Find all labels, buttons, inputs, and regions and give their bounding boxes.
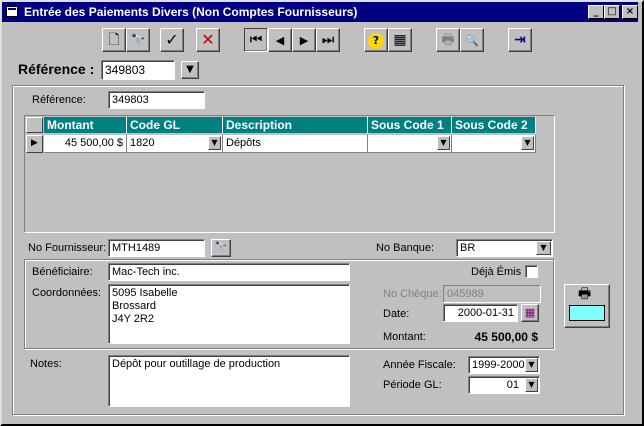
checkmark-icon: ✓ <box>165 30 179 49</box>
beneficiaire-field[interactable]: Mac-Tech inc. <box>108 263 350 281</box>
cancel-x-icon: ✕ <box>201 30 215 49</box>
exit-door-icon: ⇥ <box>514 32 526 48</box>
table-cell-montant[interactable]: 45 500,00 $ <box>44 135 127 153</box>
reference-label: Référence: <box>32 94 86 106</box>
reference-field[interactable]: 349803 <box>108 91 205 109</box>
first-record-button[interactable]: ⏮ <box>244 28 268 52</box>
current-row-arrow-icon: ▶ <box>31 138 38 148</box>
grid-header-code-gl[interactable]: Code GL <box>127 117 223 133</box>
address-line-2: Brossard <box>112 300 157 312</box>
binoculars-icon: 🔭 <box>214 242 228 253</box>
code-gl-value: 1820 <box>130 137 155 149</box>
date-field[interactable]: 2000-01-31 <box>443 304 518 322</box>
deja-emis-checkbox[interactable] <box>525 265 538 278</box>
cancel-button[interactable]: ✕ <box>196 28 220 52</box>
printer-icon: 🖶 <box>441 32 455 48</box>
reference-search-input[interactable]: 349803 <box>101 60 175 80</box>
grid-header-montant[interactable]: Montant <box>44 117 127 133</box>
calendar-icon: ▦ <box>524 306 536 319</box>
calendar-icon: ▦ <box>393 32 407 48</box>
maximize-button[interactable]: □ <box>604 5 620 19</box>
row-selector[interactable]: ▶ <box>26 135 43 153</box>
address-line-3: J4Y 2R2 <box>112 313 154 325</box>
table-cell-code-gl[interactable]: 1820 ▼ <box>127 135 223 153</box>
window-title: Entrée des Paiements Divers (Non Comptes… <box>24 5 358 19</box>
calendar-button[interactable]: ▦ <box>388 28 412 52</box>
new-document-icon: 🗋 <box>108 32 120 48</box>
deja-emis-label: Déjà Émis <box>471 266 522 278</box>
table-cell-sous-code-1[interactable]: ▼ <box>368 135 452 153</box>
find-button[interactable]: 🔭 <box>126 28 150 52</box>
last-record-icon: ⏭ <box>321 32 335 48</box>
first-record-icon: ⏮ <box>249 32 263 48</box>
fournisseur-search-button[interactable]: 🔭 <box>211 239 231 257</box>
periode-gl-label: Période GL: <box>383 379 442 391</box>
notes-field[interactable]: Dépôt pour outillage de production <box>108 355 350 407</box>
banque-dropdown-button[interactable]: ▼ <box>536 241 551 255</box>
date-label: Date: <box>383 308 410 320</box>
print-preview-button[interactable]: 🔍 <box>460 28 484 52</box>
no-cheque-field: 045989 <box>443 285 541 303</box>
code-gl-dropdown-button[interactable]: ▼ <box>208 136 221 150</box>
no-cheque-label: No Chèque: <box>383 288 442 300</box>
montant-label: Montant: <box>383 331 426 343</box>
print-cheque-button[interactable]: 🖶 <box>564 284 610 328</box>
cheque-icon <box>569 305 605 321</box>
annee-fiscale-dropdown-button[interactable]: ▼ <box>525 358 538 372</box>
annee-fiscale-value: 1999-2000 <box>472 359 525 371</box>
help-globe-icon: ? <box>368 33 384 49</box>
close-window-button[interactable]: × <box>622 5 638 19</box>
binoculars-icon: 🔭 <box>130 33 146 47</box>
periode-gl-select[interactable]: 01 ▼ <box>468 376 540 394</box>
notes-label: Notes: <box>30 358 62 370</box>
address-line-1: 5095 Isabelle <box>112 287 178 299</box>
grid-header-description[interactable]: Description <box>223 117 368 133</box>
print-toolbar-button[interactable]: 🖶 <box>436 28 460 52</box>
minimize-button[interactable]: _ <box>588 5 604 19</box>
annee-fiscale-label: Année Fiscale: <box>383 359 456 371</box>
montant-value: 45 500,00 $ <box>474 330 538 344</box>
table-cell-sous-code-2[interactable]: ▼ <box>452 135 536 153</box>
printer-icon: 🖶 <box>578 286 592 302</box>
coordonnees-field[interactable]: 5095 Isabelle Brossard J4Y 2R2 <box>108 284 350 344</box>
title-bar[interactable]: Entrée des Paiements Divers (Non Comptes… <box>2 2 638 22</box>
table-cell-description[interactable]: Dépôts <box>223 135 368 153</box>
accept-button[interactable]: ✓ <box>160 28 184 52</box>
sous-code-1-dropdown-button[interactable]: ▼ <box>437 136 450 150</box>
annee-fiscale-select[interactable]: 1999-2000 ▼ <box>468 356 540 374</box>
fournisseur-label: No Fournisseur: <box>28 242 107 254</box>
date-picker-button[interactable]: ▦ <box>521 304 539 322</box>
previous-record-button[interactable]: ◀ <box>268 28 292 52</box>
coordonnees-label: Coordonnées: <box>32 287 102 299</box>
grid-corner <box>26 117 43 133</box>
periode-gl-value: 01 <box>506 379 519 391</box>
exit-button[interactable]: ⇥ <box>508 28 532 52</box>
periode-gl-dropdown-button[interactable]: ▼ <box>525 378 538 392</box>
grid-header-sous-code-2[interactable]: Sous Code 2 <box>452 117 536 133</box>
form-icon <box>6 6 18 17</box>
preview-icon: 🔍 <box>465 34 479 47</box>
fournisseur-field[interactable]: MTH1489 <box>108 239 205 257</box>
grid-header-sous-code-1[interactable]: Sous Code 1 <box>368 117 452 133</box>
filter-icon: ▼ <box>186 64 194 75</box>
sous-code-2-dropdown-button[interactable]: ▼ <box>521 136 534 150</box>
new-record-button[interactable]: 🗋 <box>102 28 126 52</box>
help-button[interactable]: ? <box>364 28 388 52</box>
next-record-button[interactable]: ▶ <box>292 28 316 52</box>
banque-label: No Banque: <box>376 242 435 254</box>
banque-value: BR <box>460 242 476 254</box>
next-icon: ▶ <box>299 34 309 47</box>
banque-select[interactable]: BR ▼ <box>456 239 553 257</box>
reference-search-label: Référence : <box>18 61 95 77</box>
previous-icon: ◀ <box>275 34 285 47</box>
reference-filter-button[interactable]: ▼ <box>181 61 199 79</box>
last-record-button[interactable]: ⏭ <box>316 28 340 52</box>
beneficiaire-label: Bénéficiaire: <box>32 266 93 278</box>
